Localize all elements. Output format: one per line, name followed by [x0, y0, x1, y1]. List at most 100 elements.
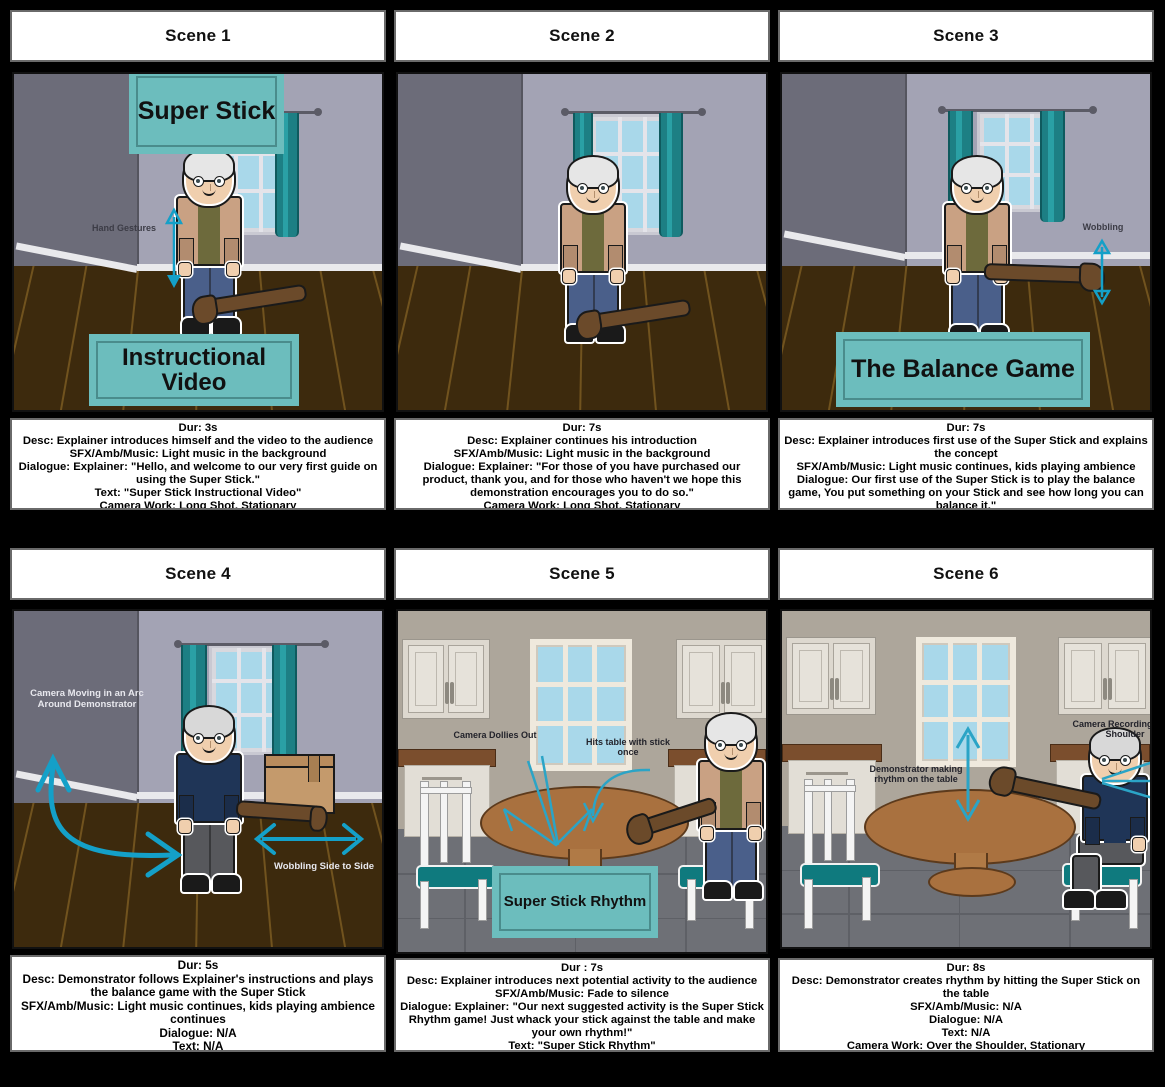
caption-desc: Desc: Explainer introduces himself and t… — [22, 434, 374, 447]
table-base — [928, 867, 1016, 897]
scene-title-bar-3: Scene 3 — [778, 10, 1154, 62]
caption-duration: Dur: 7s — [946, 422, 986, 434]
caption-desc: Desc: Explainer introduces first use of … — [784, 434, 1148, 460]
upper-cabinet-right — [1058, 637, 1150, 715]
character-hair — [951, 155, 1003, 189]
character-head — [567, 155, 619, 213]
hand-gestures-arrow — [164, 207, 184, 288]
room-background: Wobbling The Balance Game — [782, 74, 1150, 410]
caption-camera: Camera Work: Long Shot, Stationary — [483, 499, 681, 510]
character-hair — [705, 712, 757, 746]
room-background: Camera Moving in an Arc Around Demonstra… — [14, 611, 382, 947]
upper-cabinet-left — [786, 637, 876, 715]
overlay-text-super-stick-rhythm: Super Stick Rhythm — [492, 866, 658, 938]
caption-sfx: SFX/Amb/Music: Fade to silence — [495, 987, 669, 1000]
upper-cabinet-left — [402, 639, 490, 719]
caption-sfx: SFX/Amb/Music: Light music continues, ki… — [21, 998, 375, 1026]
caption-dialogue: Dialogue: N/A — [159, 1025, 237, 1040]
scene-title-bar-5: Scene 5 — [394, 548, 770, 600]
room-background — [398, 74, 766, 410]
annotation-wobbling: Wobbling — [1082, 222, 1124, 232]
caption-sfx: SFX/Amb/Music: N/A — [910, 1000, 1022, 1013]
annotation-camera-dollies-out: Camera Dollies Out — [453, 730, 537, 740]
hits-table-arrow — [582, 768, 651, 824]
annotation-demonstrator-rhythm: Demonstrator making rhythm on the table — [869, 764, 963, 785]
caption-dialogue: Dialogue: Explainer: "Hello, and welcome… — [18, 460, 378, 486]
drawer-handle-left — [422, 777, 462, 780]
caption-camera: Camera Work: Long Shot, Stationary — [99, 499, 297, 510]
caption-dialogue: Dialogue: N/A — [928, 1013, 1004, 1026]
character-head — [951, 155, 1003, 213]
annotation-camera-shoulder: Camera Recording From Shoulder — [1072, 719, 1152, 740]
caption-duration: Dur: 8s — [946, 962, 986, 974]
wobbling-arrow — [1092, 238, 1112, 306]
annotation-camera-arc: Camera Moving in an Arc Around Demonstra… — [30, 688, 144, 710]
curtain-right — [271, 644, 298, 766]
scene-caption-4: Dur: 5s Desc: Demonstrator follows Expla… — [10, 955, 386, 1052]
caption-desc: Desc: Explainer continues his introducti… — [467, 434, 697, 447]
caption-dialogue: Dialogue: Explainer: "For those of you h… — [422, 460, 742, 499]
caption-text: Text: N/A — [941, 1026, 991, 1039]
caption-sfx: SFX/Amb/Music: Light music in the backgr… — [453, 447, 711, 460]
caption-sfx: SFX/Amb/Music: Light music in the backgr… — [69, 447, 327, 460]
caption-desc: Desc: Demonstrator follows Explainer's i… — [22, 971, 374, 999]
character-head — [183, 148, 235, 206]
caption-desc: Desc: Demonstrator creates rhythm by hit… — [791, 974, 1141, 1000]
caption-duration: Dur: 5s — [177, 958, 219, 972]
character-explainer — [932, 155, 1106, 344]
caption-duration: Dur: 7s — [562, 422, 602, 434]
scene-caption-2: Dur: 7s Desc: Explainer continues his in… — [394, 418, 770, 510]
caption-duration: Dur: 3s — [178, 422, 218, 434]
scene-title-1: Scene 1 — [165, 26, 231, 45]
character-demonstrator-seated — [1062, 727, 1150, 910]
camera-arc-arrow — [35, 753, 183, 878]
drawer-handle-left — [806, 772, 848, 775]
annotation-wobbling-side: Wobbling Side to Side — [273, 861, 375, 872]
scene-title-3: Scene 3 — [933, 26, 999, 45]
character-head — [705, 712, 757, 770]
scene-caption-1: Dur: 3s Desc: Explainer introduces himse… — [10, 418, 386, 510]
storyboard-grid: Scene 1 Hand Gestures Super Stick Instru… — [0, 0, 1165, 1087]
scene-frame-4[interactable]: Camera Moving in an Arc Around Demonstra… — [12, 609, 384, 949]
wall-seam — [905, 74, 908, 268]
room-background: Hand Gestures Super Stick Instructional … — [14, 74, 382, 410]
caption-duration: Dur : 7s — [560, 962, 604, 974]
scene-frame-3[interactable]: Wobbling The Balance Game — [780, 72, 1152, 412]
curtain-right — [659, 112, 684, 237]
caption-text: Text: "Super Stick Instructional Video" — [94, 486, 302, 499]
character-explainer — [548, 155, 692, 344]
scene-caption-6: Dur: 8s Desc: Demonstrator creates rhyth… — [778, 958, 1154, 1052]
character-torso — [944, 199, 1010, 284]
overlay-text-instructional-video: Instructional Video — [89, 334, 299, 406]
scene-title-4: Scene 4 — [165, 564, 231, 583]
scene-frame-5[interactable]: Camera Dollies Out Hits table with stick… — [396, 609, 768, 954]
wall-seam — [521, 74, 524, 268]
caption-text: Text: "Super Stick Rhythm" — [508, 1039, 656, 1052]
caption-desc: Desc: Explainer introduces next potentia… — [406, 974, 758, 987]
overlay-text-super-stick: Super Stick — [129, 74, 284, 154]
scene-title-6: Scene 6 — [933, 564, 999, 583]
camera-shoulder-lines — [1101, 761, 1150, 799]
caption-camera: Camera Work: Over the Shoulder, Stationa… — [846, 1039, 1086, 1052]
caption-text: Text: N/A — [172, 1039, 224, 1052]
scene-title-5: Scene 5 — [549, 564, 615, 583]
kitchen-background: Camera Dollies Out Hits table with stick… — [398, 611, 766, 952]
scene-frame-6[interactable]: Demonstrator making rhythm on the table … — [780, 609, 1152, 949]
caption-dialogue: Dialogue: Our first use of the Super Sti… — [788, 473, 1144, 510]
annotation-hits-table: Hits table with stick once — [585, 737, 671, 758]
scene-title-bar-2: Scene 2 — [394, 10, 770, 62]
upper-cabinet-right — [676, 639, 766, 719]
scene-title-bar-1: Scene 1 — [10, 10, 386, 62]
scene-caption-5: Dur : 7s Desc: Explainer introduces next… — [394, 958, 770, 1052]
caption-dialogue: Dialogue: Explainer: "Our next suggested… — [400, 1000, 764, 1039]
character-hair — [567, 155, 619, 189]
scene-title-2: Scene 2 — [549, 26, 615, 45]
scene-title-bar-4: Scene 4 — [10, 548, 386, 600]
wobbling-side-to-side-arrow — [253, 823, 365, 855]
scene-caption-3: Dur: 7s Desc: Explainer introduces first… — [778, 418, 1154, 510]
scene-frame-1[interactable]: Hand Gestures Super Stick Instructional … — [12, 72, 384, 412]
kitchen-background: Demonstrator making rhythm on the table … — [782, 611, 1150, 947]
scene-frame-2[interactable] — [396, 72, 768, 412]
scene-title-bar-6: Scene 6 — [778, 548, 1154, 600]
character-torso — [698, 756, 764, 841]
